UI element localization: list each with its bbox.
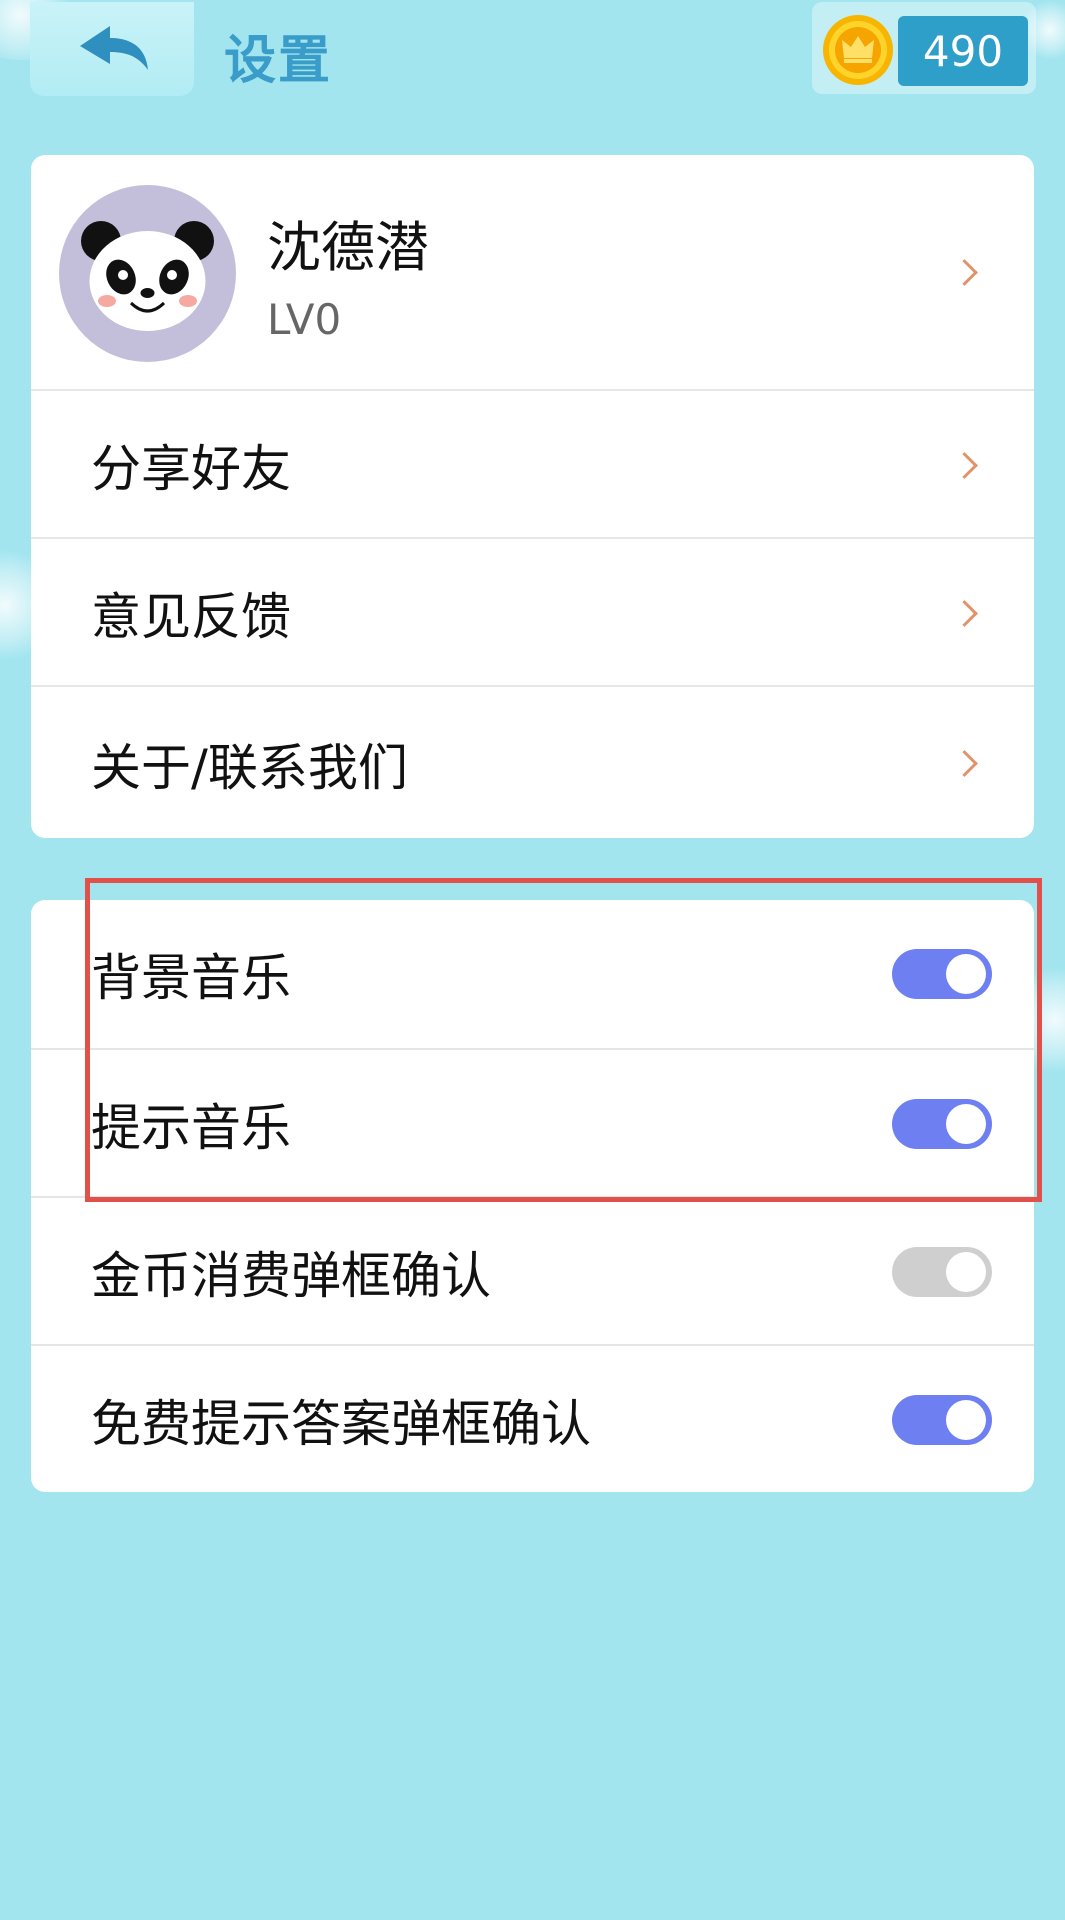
menu-item-label: 分享好友 (91, 440, 291, 498)
hint-music-toggle[interactable] (892, 1099, 992, 1149)
menu-item-about-contact[interactable]: 关于/联系我们 (31, 685, 1034, 838)
setting-row-free-hint-confirm: 免费提示答案弹框确认 (31, 1344, 1034, 1492)
setting-label: 提示音乐 (91, 1099, 291, 1157)
setting-label: 金币消费弹框确认 (91, 1247, 491, 1305)
free-hint-confirm-toggle[interactable] (892, 1395, 992, 1445)
chevron-right-icon (951, 750, 978, 777)
crown-coin-icon (823, 15, 893, 85)
profile-row[interactable]: 沈德潜 LV0 (31, 155, 1034, 389)
panda-avatar (59, 185, 236, 362)
page-title: 设置 (224, 31, 333, 91)
back-arrow-icon (80, 26, 148, 70)
back-button[interactable] (30, 2, 194, 96)
toggle-knob (946, 1104, 986, 1144)
chevron-right-icon (951, 599, 978, 627)
setting-label: 背景音乐 (91, 949, 291, 1007)
background-music-toggle[interactable] (892, 949, 992, 999)
toggle-knob (946, 1400, 986, 1440)
menu-item-share-friends[interactable]: 分享好友 (31, 389, 1034, 539)
menu-item-label: 意见反馈 (91, 588, 291, 646)
profile-menu-card: 沈德潜 LV0 分享好友 意见反馈 关于/联系我们 (31, 155, 1034, 838)
menu-item-feedback[interactable]: 意见反馈 (31, 537, 1034, 687)
user-name: 沈德潜 (267, 216, 429, 279)
setting-row-coin-confirm: 金币消费弹框确认 (31, 1196, 1034, 1346)
setting-label: 免费提示答案弹框确认 (91, 1395, 591, 1453)
chevron-right-icon (951, 451, 978, 479)
user-level: LV0 (267, 295, 342, 344)
setting-row-background-music: 背景音乐 (31, 900, 1034, 1048)
toggle-knob (946, 954, 986, 994)
coin-confirm-toggle[interactable] (892, 1247, 992, 1297)
chevron-right-icon (951, 258, 978, 286)
coin-count: 490 (898, 16, 1028, 86)
settings-card: 背景音乐 提示音乐 金币消费弹框确认 免费提示答案弹框确认 (31, 900, 1034, 1492)
setting-row-hint-music: 提示音乐 (31, 1048, 1034, 1198)
menu-item-label: 关于/联系我们 (91, 738, 408, 797)
coin-balance[interactable]: 490 (812, 2, 1036, 94)
toggle-knob (946, 1252, 986, 1292)
